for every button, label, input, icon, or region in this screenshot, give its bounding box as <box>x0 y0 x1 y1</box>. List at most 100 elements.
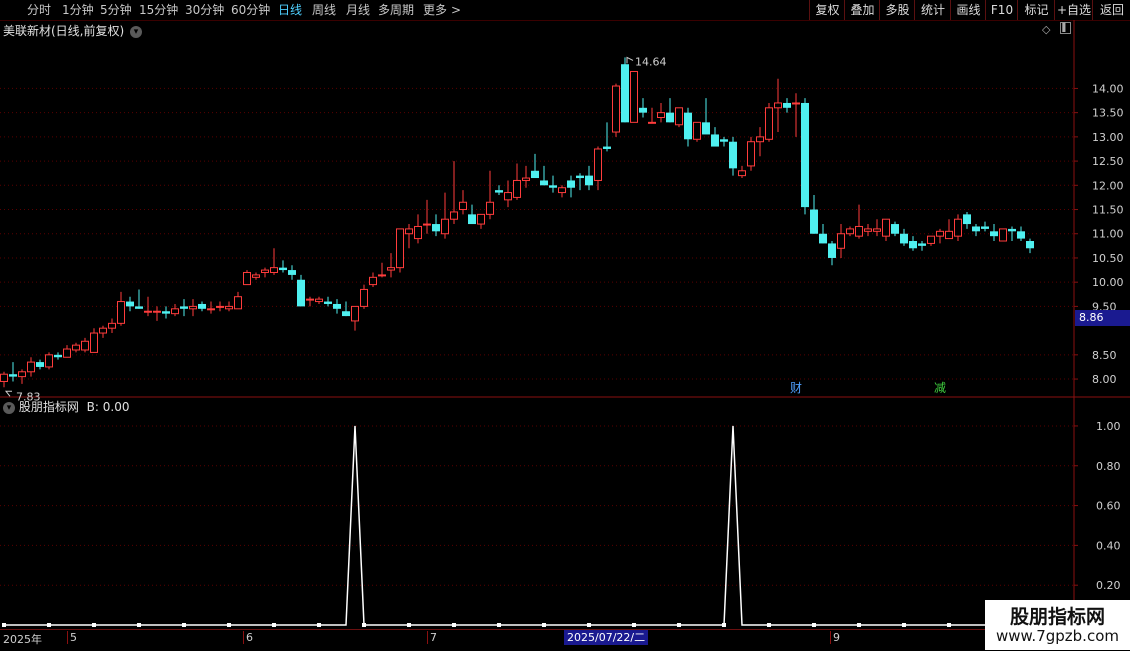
candle-body <box>612 85 620 133</box>
more-arrow-icon[interactable]: > <box>451 0 461 20</box>
period-tab-0[interactable]: 分时 <box>27 0 51 20</box>
indicator-point <box>227 623 231 627</box>
date-tick-label: 9 <box>830 631 840 644</box>
candle-body <box>657 112 665 118</box>
period-tab-5[interactable]: 60分钟 <box>231 0 270 20</box>
period-tab-10[interactable]: 更多 <box>423 0 447 20</box>
candle-body <box>621 64 629 123</box>
period-tab-1[interactable]: 1分钟 <box>62 0 94 20</box>
candle-body <box>891 224 899 234</box>
indicator-point <box>272 623 276 627</box>
period-tab-6[interactable]: 日线 <box>278 0 302 20</box>
indicator-point <box>767 623 771 627</box>
candle-body <box>495 190 503 193</box>
chevron-down-icon[interactable]: ▾ <box>3 402 15 414</box>
candle-body <box>666 112 674 123</box>
candle-body <box>54 354 62 358</box>
candle-body <box>639 107 647 113</box>
candle-body <box>909 241 917 249</box>
toolbar-button-5[interactable]: F10 <box>985 0 1018 20</box>
toolbar-button-7[interactable]: +自选 <box>1054 0 1093 20</box>
candle-body <box>135 306 143 309</box>
candle-body <box>1026 241 1034 249</box>
indicator-tick-label: 0.80 <box>1096 460 1121 473</box>
candle-body <box>954 218 962 237</box>
current-price-marker: 8.86 <box>1075 310 1130 326</box>
candle-body <box>0 373 8 382</box>
period-tab-4[interactable]: 30分钟 <box>185 0 224 20</box>
indicator-point <box>362 623 366 627</box>
diamond-icon[interactable]: ◇ <box>1042 23 1050 36</box>
indicator-title: ▾ 股朋指标网 B: 0.00 <box>3 398 129 415</box>
candle-body <box>828 243 836 258</box>
min-price-pointer <box>4 390 12 397</box>
cursor-date-label: 2025/07/22/二 <box>564 630 649 645</box>
price-tick-label: 13.00 <box>1092 131 1124 144</box>
indicator-name: 股朋指标网 <box>18 400 79 414</box>
candle-body <box>522 177 530 181</box>
window-toggle-icon[interactable]: ▌ <box>1060 22 1071 34</box>
candle-body <box>162 311 170 314</box>
candle-body <box>702 122 710 135</box>
period-tab-8[interactable]: 月线 <box>346 0 370 20</box>
candlestick-series: 14.647.83财减 <box>0 55 1034 403</box>
toolbar-button-1[interactable]: 叠加 <box>844 0 880 20</box>
period-tab-2[interactable]: 5分钟 <box>100 0 132 20</box>
candle-body <box>207 308 215 311</box>
candle-body <box>126 301 134 307</box>
candle-body <box>855 225 863 237</box>
toolbar-button-8[interactable]: 返回 <box>1092 0 1130 20</box>
max-price-label: 14.64 <box>635 55 667 68</box>
candle-body <box>261 269 269 273</box>
candle-body <box>45 354 53 368</box>
candle-body <box>873 228 881 232</box>
toolbar-button-4[interactable]: 画线 <box>950 0 986 20</box>
candle-body <box>369 276 377 286</box>
indicator-point <box>902 623 906 627</box>
toolbar-button-0[interactable]: 复权 <box>809 0 845 20</box>
period-toolbar: 分时 1分钟 5分钟 15分钟 30分钟 60分钟 日线 周线 月线 多周期 更多 > 复权 叠加 多股 统计… <box>0 0 1130 21</box>
candle-body <box>468 214 476 225</box>
candle-body <box>18 371 26 378</box>
period-tab-3[interactable]: 15分钟 <box>139 0 178 20</box>
watermark-url: www.7gpzb.com <box>996 627 1119 645</box>
candle-body <box>648 121 656 124</box>
chevron-down-icon[interactable]: ▾ <box>130 26 143 38</box>
date-axis: 2025年 5 6 7 9 <box>0 629 1075 651</box>
indicator-series <box>2 425 1057 627</box>
price-tick-label: 11.50 <box>1092 204 1124 217</box>
candle-body <box>963 214 971 225</box>
candle-body <box>333 303 341 309</box>
indicator-point <box>947 623 951 627</box>
period-tab-7[interactable]: 周线 <box>312 0 336 20</box>
watermark-title: 股朋指标网 <box>1009 606 1105 628</box>
indicator-tick-label: 1.00 <box>1096 420 1121 433</box>
candle-body <box>1017 231 1025 239</box>
candle-body <box>288 270 296 275</box>
chart-area: 14.647.83财减 14.0013.5013.0012.5012.0011.… <box>0 20 1130 629</box>
candle-body <box>477 213 485 225</box>
candle-body <box>486 201 494 215</box>
candle-body <box>549 185 557 188</box>
period-tab-9[interactable]: 多周期 <box>378 0 414 20</box>
candle-body <box>459 201 467 211</box>
candle-body <box>414 225 422 240</box>
indicator-point <box>47 623 51 627</box>
candle-body <box>9 374 17 377</box>
indicator-value: B: 0.00 <box>86 400 130 414</box>
candle-body <box>882 218 890 237</box>
candle-body <box>279 267 287 271</box>
grid-lines <box>0 20 1130 629</box>
toolbar-button-6[interactable]: 标记 <box>1017 0 1055 20</box>
indicator-tick-label: 0.60 <box>1096 500 1121 513</box>
candle-body <box>774 102 782 109</box>
candle-body <box>981 226 989 229</box>
indicator-point <box>857 623 861 627</box>
candle-body <box>738 170 746 177</box>
indicator-point <box>632 623 636 627</box>
candle-body <box>108 322 116 329</box>
indicator-point <box>407 623 411 627</box>
toolbar-button-3[interactable]: 统计 <box>914 0 951 20</box>
toolbar-button-2[interactable]: 多股 <box>879 0 915 20</box>
candle-body <box>387 267 395 271</box>
